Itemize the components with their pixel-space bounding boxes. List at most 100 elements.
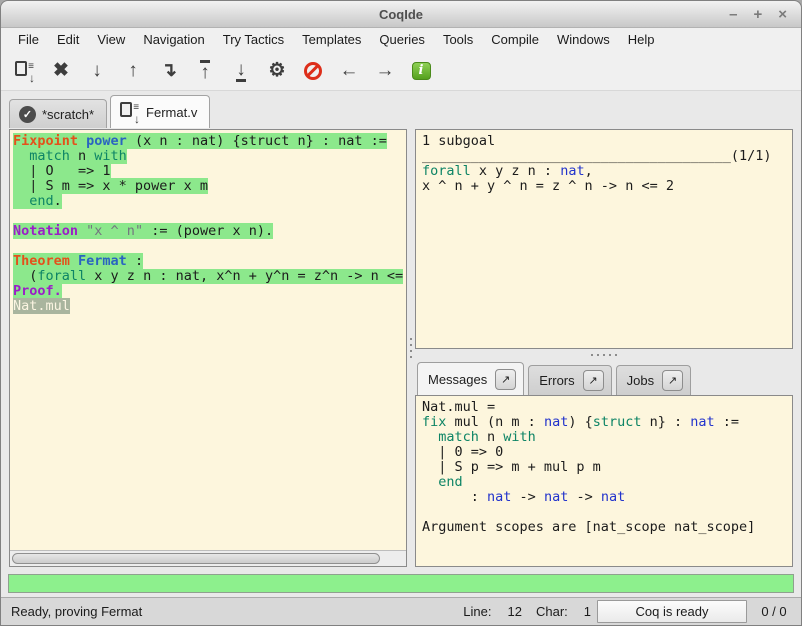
script-editor[interactable]: Fixpoint power (x n : nat) {struct n} : … [10,130,406,550]
interrupt-button[interactable] [297,56,329,86]
code-line: end. [13,194,403,209]
job-counter: 0 / 0 [757,604,791,619]
code-line: ______________________________________(1… [422,149,786,164]
menu-help[interactable]: Help [619,29,664,50]
tab-messages-label: Messages [428,372,487,387]
tab-errors-label: Errors [539,373,574,388]
code-line: Argument scopes are [nat_scope nat_scope… [422,520,786,535]
restart-button[interactable]: ↑ [189,56,221,86]
code-line: fix mul (n m : nat) {struct n} : nat := [422,415,786,430]
code-line: end [422,475,786,490]
code-line: | S p => m + mul p m [422,460,786,475]
code-line: Notation "x ^ n" := (power x n). [13,224,403,239]
end-command-button[interactable]: ✖ [45,56,77,86]
forward-one-command-button[interactable]: ↓ [81,56,113,86]
window-controls: – + × [729,7,801,22]
tab-messages[interactable]: Messages ↗ [417,362,524,395]
next-occurrence-button[interactable]: → [369,56,401,86]
menu-try-tactics[interactable]: Try Tactics [214,29,293,50]
code-line: Theorem Fermat : [13,254,403,269]
tab-fermat-label: Fermat.v [146,105,197,120]
code-line: match n with [422,430,786,445]
backward-one-command-button[interactable]: ↑ [117,56,149,86]
status-bar: Ready, proving Fermat Line: 12 Char: 1 C… [1,597,801,625]
detach-errors-button[interactable]: ↗ [583,370,604,391]
code-line: (forall x y z n : nat, x^n + y^n = z^n -… [13,269,403,284]
menu-tools[interactable]: Tools [434,29,482,50]
tab-jobs-label: Jobs [627,373,654,388]
menu-bar: File Edit View Navigation Try Tactics Te… [1,28,801,51]
menu-edit[interactable]: Edit [48,29,88,50]
menu-windows[interactable]: Windows [548,29,619,50]
code-line: 1 subgoal [422,134,786,149]
coq-status-indicator: Coq is ready [597,600,747,623]
tab-scratch[interactable]: ✓ *scratch* [9,99,107,128]
horizontal-splitter[interactable] [415,349,793,361]
code-line: Nat.mul = [422,400,786,415]
code-line: Fixpoint power (x n : nat) {struct n} : … [13,134,403,149]
code-line: match n with [13,149,403,164]
minimize-icon[interactable]: – [729,7,737,22]
tab-jobs[interactable]: Jobs ↗ [616,365,691,395]
line-label: Line: [463,604,491,619]
code-line: Proof. [13,284,403,299]
go-to-cursor-button[interactable]: ↴ [153,56,185,86]
editor-tab-bar: ✓ *scratch* ≡ ↓ Fermat.v [1,91,801,128]
code-line: | 0 => 0 [422,445,786,460]
detach-jobs-button[interactable]: ↗ [662,370,683,391]
window-title: CoqIde [1,7,801,22]
detach-icon: ↗ [501,373,510,386]
detach-icon: ↗ [589,374,598,387]
save-button[interactable]: ≡ ↓ [9,56,41,86]
code-line: Nat.mul [13,299,403,314]
line-value: 12 [508,604,522,619]
menu-templates[interactable]: Templates [293,29,370,50]
menu-view[interactable]: View [88,29,134,50]
code-line: | S m => x * power x m [13,179,403,194]
code-line: x ^ n + y ^ n = z ^ n -> n <= 2 [422,179,786,194]
backward-one-command-icon: ↑ [128,61,138,80]
horizontal-scrollbar[interactable] [10,550,406,566]
detach-messages-button[interactable]: ↗ [495,369,516,390]
code-line [13,209,403,224]
go-to-end-icon: ↓ [236,60,246,82]
next-occurrence-icon: → [376,61,395,80]
menu-file[interactable]: File [9,29,48,50]
title-bar: CoqIde – + × [1,1,801,28]
char-label: Char: [536,604,568,619]
restart-icon: ↑ [200,60,210,82]
previous-occurrence-icon: ← [340,61,359,80]
progress-area [1,571,801,597]
scrollbar-thumb[interactable] [12,553,380,564]
tab-scratch-label: *scratch* [42,107,94,122]
fully-check-icon: ⚙ [268,61,285,80]
script-editor-panel: Fixpoint power (x n : nat) {struct n} : … [9,129,407,567]
tab-errors[interactable]: Errors ↗ [528,365,611,395]
fully-check-button[interactable]: ⚙ [261,56,293,86]
detach-icon: ↗ [668,374,677,387]
checkmark-icon: ✓ [19,106,36,123]
end-command-icon: ✖ [53,61,69,80]
go-to-end-button[interactable]: ↓ [225,56,257,86]
close-icon[interactable]: × [778,7,787,22]
forward-one-command-icon: ↓ [92,61,102,80]
about-button[interactable]: i [405,56,437,86]
file-icon: ≡ ↓ [120,102,140,122]
code-line [13,239,403,254]
message-tab-bar: Messages ↗ Errors ↗ Jobs ↗ [415,361,793,395]
menu-compile[interactable]: Compile [482,29,548,50]
maximize-icon[interactable]: + [753,7,762,22]
vertical-splitter[interactable] [407,129,415,567]
right-column: 1 subgoal_______________________________… [415,129,793,567]
status-message: Ready, proving Fermat [11,604,449,619]
previous-occurrence-button[interactable]: ← [333,56,365,86]
go-to-cursor-icon: ↴ [161,61,177,80]
menu-queries[interactable]: Queries [370,29,434,50]
messages-panel: Nat.mul =fix mul (n m : nat) {struct n} … [415,395,793,567]
progress-bar [8,574,794,593]
tab-fermat[interactable]: ≡ ↓ Fermat.v [110,95,210,128]
code-line: | O => 1 [13,164,403,179]
goals-panel: 1 subgoal_______________________________… [415,129,793,349]
menu-navigation[interactable]: Navigation [134,29,213,50]
code-line: forall x y z n : nat, [422,164,786,179]
